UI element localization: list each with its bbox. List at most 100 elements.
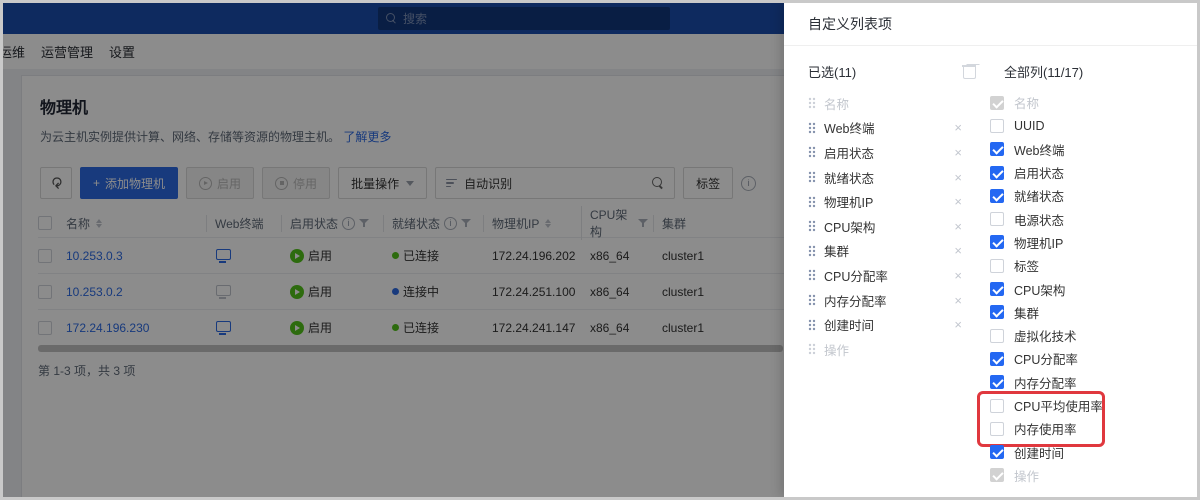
column-option[interactable]: UUID — [990, 114, 1185, 137]
column-option[interactable]: 名称 — [990, 91, 1185, 114]
column-option-label: Web终端 — [1014, 140, 1064, 159]
drag-handle-icon[interactable] — [808, 146, 816, 158]
drag-handle-icon[interactable] — [808, 245, 816, 257]
column-checkbox[interactable] — [990, 422, 1004, 436]
all-columns-count-label: 全部列(11/17) — [1004, 62, 1083, 81]
column-checkbox[interactable] — [990, 445, 1004, 459]
drag-handle-icon[interactable] — [808, 220, 816, 232]
remove-column-icon[interactable]: × — [954, 194, 962, 209]
selected-column-item[interactable]: CPU分配率 × — [808, 263, 962, 288]
column-option-label: 创建时间 — [1014, 443, 1064, 462]
selected-columns-list: 名称 Web终端 × 启用状态 × 就绪状态 × 物理机IP × CPU架构 — [808, 91, 962, 487]
column-checkbox[interactable] — [990, 305, 1004, 319]
remove-column-icon[interactable]: × — [954, 317, 962, 332]
drawer-title: 自定义列表项 — [784, 3, 1197, 46]
column-option-label: 内存使用率 — [1014, 419, 1077, 438]
column-option-label: 操作 — [1014, 466, 1039, 485]
drawer-subheader: 已选(11) 全部列(11/17) — [784, 46, 1197, 87]
column-option-label: 虚拟化技术 — [1014, 326, 1077, 345]
column-checkbox[interactable] — [990, 189, 1004, 203]
selected-column-label: Web终端 — [824, 118, 874, 137]
column-checkbox[interactable] — [990, 399, 1004, 413]
selected-column-item[interactable]: 创建时间 × — [808, 312, 962, 337]
column-option[interactable]: CPU架构 — [990, 277, 1185, 300]
drag-handle-icon[interactable] — [808, 319, 816, 331]
column-option[interactable]: 物理机IP — [990, 231, 1185, 254]
selected-column-item[interactable]: 操作 — [808, 337, 962, 362]
remove-column-icon[interactable]: × — [954, 268, 962, 283]
drag-handle-icon[interactable] — [808, 97, 816, 109]
app-window: 搜索 平台运维 运营管理 设置 物理机 为云主机实例提供计算、网络、存储等资源的… — [0, 0, 1200, 500]
drag-handle-icon[interactable] — [808, 196, 816, 208]
column-option-label: 标签 — [1014, 256, 1039, 275]
column-option[interactable]: 内存分配率 — [990, 371, 1185, 394]
remove-column-icon[interactable]: × — [954, 170, 962, 185]
column-option[interactable]: 内存使用率 — [990, 417, 1185, 440]
column-option-label: 启用状态 — [1014, 163, 1064, 182]
column-option[interactable]: 操作 — [990, 464, 1185, 487]
selected-column-item[interactable]: 就绪状态 × — [808, 165, 962, 190]
column-checkbox[interactable] — [990, 212, 1004, 226]
drag-handle-icon[interactable] — [808, 122, 816, 134]
selected-column-label: 创建时间 — [824, 315, 874, 334]
column-checkbox[interactable] — [990, 352, 1004, 366]
column-checkbox[interactable] — [990, 282, 1004, 296]
column-option[interactable]: 启用状态 — [990, 161, 1185, 184]
column-checkbox[interactable] — [990, 235, 1004, 249]
drag-handle-icon[interactable] — [808, 294, 816, 306]
selected-column-item[interactable]: 启用状态 × — [808, 140, 962, 165]
column-checkbox[interactable] — [990, 96, 1004, 110]
column-option-label: CPU分配率 — [1014, 349, 1078, 368]
column-option[interactable]: 电源状态 — [990, 207, 1185, 230]
trash-icon[interactable] — [962, 64, 976, 79]
selected-column-item[interactable]: 物理机IP × — [808, 189, 962, 214]
remove-column-icon[interactable]: × — [954, 219, 962, 234]
drawer-columns: 名称 Web终端 × 启用状态 × 就绪状态 × 物理机IP × CPU架构 — [784, 87, 1197, 487]
column-option-label: 内存分配率 — [1014, 373, 1077, 392]
column-option-label: CPU架构 — [1014, 280, 1065, 299]
selected-column-label: 名称 — [824, 94, 849, 113]
selected-column-label: 物理机IP — [824, 192, 873, 211]
column-option[interactable]: 就绪状态 — [990, 184, 1185, 207]
column-checkbox[interactable] — [990, 119, 1004, 133]
column-option-label: 名称 — [1014, 93, 1039, 112]
drag-handle-icon[interactable] — [808, 171, 816, 183]
remove-column-icon[interactable]: × — [954, 145, 962, 160]
selected-column-item[interactable]: 内存分配率 × — [808, 288, 962, 313]
column-checkbox[interactable] — [990, 142, 1004, 156]
all-columns-list: 名称 UUID Web终端 启用状态 就绪状态 电源状态 物理机IP 标签 CP… — [990, 91, 1185, 487]
remove-column-icon[interactable]: × — [954, 243, 962, 258]
column-option[interactable]: 集群 — [990, 301, 1185, 324]
column-checkbox[interactable] — [990, 259, 1004, 273]
column-option[interactable]: Web终端 — [990, 138, 1185, 161]
column-option-label: CPU平均使用率 — [1014, 396, 1103, 415]
selected-column-label: CPU架构 — [824, 217, 875, 236]
selected-column-item[interactable]: 集群 × — [808, 239, 962, 264]
selected-column-label: 操作 — [824, 340, 849, 359]
selected-count-label: 已选(11) — [808, 62, 962, 81]
customize-columns-drawer: 自定义列表项 已选(11) 全部列(11/17) 名称 Web终端 × 启用状态… — [784, 3, 1197, 497]
column-option-label: 就绪状态 — [1014, 186, 1064, 205]
column-option[interactable]: CPU平均使用率 — [990, 394, 1185, 417]
column-checkbox[interactable] — [990, 468, 1004, 482]
selected-column-label: 就绪状态 — [824, 168, 874, 187]
drag-handle-icon[interactable] — [808, 343, 816, 355]
column-option[interactable]: 标签 — [990, 254, 1185, 277]
selected-column-item[interactable]: CPU架构 × — [808, 214, 962, 239]
column-option[interactable]: CPU分配率 — [990, 347, 1185, 370]
column-checkbox[interactable] — [990, 375, 1004, 389]
remove-column-icon[interactable]: × — [954, 120, 962, 135]
selected-column-label: 内存分配率 — [824, 291, 887, 310]
column-option-label: UUID — [1014, 119, 1045, 133]
selected-column-label: 集群 — [824, 241, 849, 260]
column-option-label: 电源状态 — [1014, 210, 1064, 229]
drag-handle-icon[interactable] — [808, 269, 816, 281]
column-checkbox[interactable] — [990, 166, 1004, 180]
column-option[interactable]: 创建时间 — [990, 440, 1185, 463]
column-checkbox[interactable] — [990, 329, 1004, 343]
remove-column-icon[interactable]: × — [954, 293, 962, 308]
column-option[interactable]: 虚拟化技术 — [990, 324, 1185, 347]
selected-column-item[interactable]: Web终端 × — [808, 116, 962, 141]
selected-column-item[interactable]: 名称 — [808, 91, 962, 116]
selected-column-label: CPU分配率 — [824, 266, 888, 285]
